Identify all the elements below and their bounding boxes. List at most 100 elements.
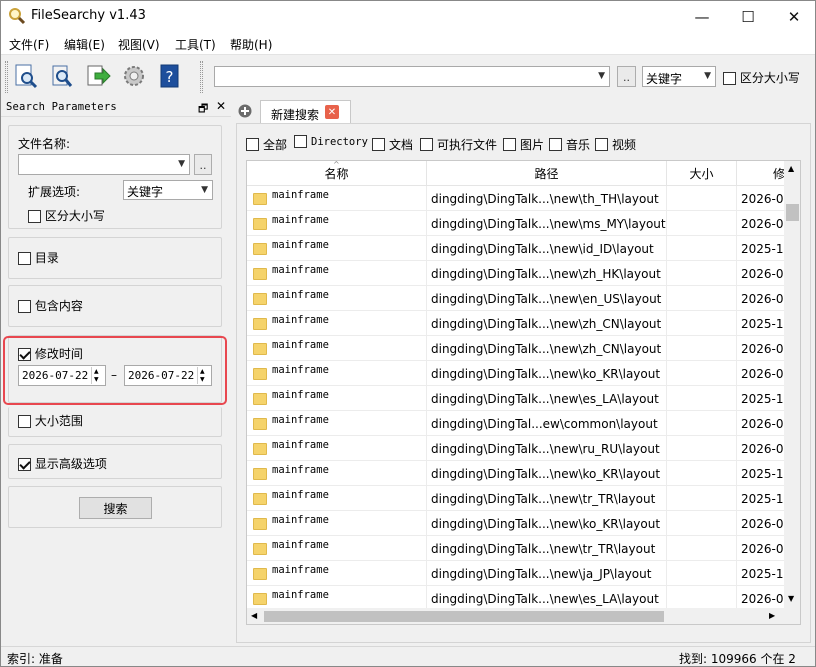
add-tab-icon[interactable] [238, 104, 252, 118]
table-row[interactable]: mainframe dingding\DingTalk...\new\ko_KR\… [247, 461, 797, 486]
table-row[interactable]: mainframe dingding\DingTalk...\new\ko_KR\… [247, 361, 797, 386]
checkbox[interactable] [595, 138, 608, 151]
table-row[interactable]: mainframe dingding\DingTalk...\new\id_ID\… [247, 236, 797, 261]
filename-case-checkbox[interactable]: 区分大小写 [28, 207, 105, 224]
menu-file[interactable]: 文件(F) [9, 36, 49, 53]
table-row[interactable]: mainframe dingding\DingTalk...\new\en_US\… [247, 286, 797, 311]
filter-video[interactable]: 视频 [595, 136, 636, 153]
checkbox[interactable] [420, 138, 433, 151]
filter-executables[interactable]: 可执行文件 [420, 136, 497, 153]
close-panel-icon[interactable]: ✕ [216, 99, 226, 113]
menu-edit[interactable]: 编辑(E) [64, 36, 105, 53]
minimize-button[interactable]: — [679, 1, 725, 32]
table-row[interactable]: mainframe dingding\DingTalk...\new\es_LA\… [247, 386, 797, 411]
tab-new-search[interactable]: 新建搜索 ✕ [260, 100, 351, 124]
table-row[interactable]: mainframe dingding\DingTalk...\new\ms_MY\… [247, 211, 797, 236]
cell-path: dingding\DingTalk...\new\zh_CN\layout [427, 311, 667, 336]
table-row[interactable]: mainframe dingding\DingTal...ew\common\la… [247, 411, 797, 436]
vertical-scrollbar[interactable]: ▲ ▼ [784, 161, 800, 608]
settings-gear-icon[interactable] [121, 63, 147, 89]
table-row[interactable]: mainframe dingding\DingTalk...\new\tr_TR\… [247, 536, 797, 561]
table-row[interactable]: mainframe dingding\DingTalk...\new\zh_HK\… [247, 261, 797, 286]
cell-path: dingding\DingTalk...\new\ja_JP\layout [427, 561, 667, 586]
directory-checkbox[interactable]: 目录 [18, 249, 59, 266]
size-checkbox[interactable]: 大小范围 [18, 412, 83, 429]
chevron-down-icon[interactable]: ▼ [178, 159, 185, 169]
checkbox[interactable] [723, 72, 736, 85]
file-name: mainframe [272, 438, 329, 451]
title-bar: FileSearchy v1.43 — ☐ ✕ [1, 1, 815, 32]
cell-size [667, 336, 737, 361]
table-row[interactable]: mainframe dingding\DingTalk...\new\th_TH\… [247, 186, 797, 211]
filename-browse-button[interactable]: .. [194, 154, 212, 175]
menu-tools[interactable]: 工具(T) [175, 36, 216, 53]
filter-images[interactable]: 图片 [503, 136, 544, 153]
table-row[interactable]: mainframe dingding\DingTalk...\new\ko_KR\… [247, 511, 797, 536]
folder-icon [253, 517, 267, 530]
file-name: mainframe [272, 488, 329, 501]
cell-size [667, 386, 737, 411]
close-button[interactable]: ✕ [771, 1, 815, 32]
search-doc-icon[interactable] [13, 63, 39, 89]
col-path[interactable]: 路径 [427, 161, 667, 186]
help-icon[interactable]: ? [157, 63, 183, 89]
cell-size [667, 411, 737, 436]
table-row[interactable]: mainframe dingding\DingTalk...\new\ru_RU\… [247, 436, 797, 461]
scroll-right-icon[interactable]: ▶ [769, 611, 775, 620]
advanced-checkbox[interactable]: 显示高级选项 [18, 455, 107, 472]
checkbox[interactable] [18, 415, 31, 428]
browse-button[interactable]: .. [617, 66, 636, 87]
filter-directory[interactable]: Directory [294, 134, 368, 148]
checkbox[interactable] [18, 458, 31, 471]
checkbox[interactable] [18, 300, 31, 313]
status-bar: 索引: 准备 找到: 109966 个在 2 [1, 646, 815, 666]
checkbox[interactable] [246, 138, 259, 151]
cell-path: dingding\DingTalk...\new\id_ID\layout [427, 236, 667, 261]
cell-path: dingding\DingTalk...\new\en_US\layout [427, 286, 667, 311]
search-folder-icon[interactable] [49, 63, 75, 89]
checkbox[interactable] [372, 138, 385, 151]
file-name: mainframe [272, 388, 329, 401]
table-row[interactable]: mainframe dingding\DingTalk...\new\tr_TR\… [247, 486, 797, 511]
float-panel-icon[interactable]: 🗗 [198, 100, 208, 119]
table-row[interactable]: mainframe dingding\DingTalk...\new\ja_JP\… [247, 561, 797, 586]
search-input[interactable]: ▼ [214, 66, 610, 87]
cell-path: dingding\DingTalk...\new\zh_HK\layout [427, 261, 667, 286]
menu-view[interactable]: 视图(V) [118, 36, 160, 53]
table-row[interactable]: mainframe dingding\DingTalk...\new\zh_CN\… [247, 336, 797, 361]
filter-documents[interactable]: 文档 [372, 136, 413, 153]
filter-music[interactable]: 音乐 [549, 136, 590, 153]
search-button[interactable]: 搜索 [79, 497, 152, 519]
export-icon[interactable] [85, 63, 111, 89]
table-row[interactable]: mainframe dingding\DingTalk...\new\zh_CN\… [247, 311, 797, 336]
checkbox[interactable] [18, 252, 31, 265]
checkbox[interactable] [28, 210, 41, 223]
toolbar-case-checkbox[interactable]: 区分大小写 [723, 69, 800, 86]
filter-all[interactable]: 全部 [246, 136, 287, 153]
horizontal-scrollbar[interactable]: ◀ ▶ [247, 608, 800, 624]
checkbox[interactable] [549, 138, 562, 151]
ext-select[interactable]: 关键字 ▼ [123, 180, 213, 200]
close-tab-icon[interactable]: ✕ [325, 105, 339, 119]
file-name: mainframe [272, 313, 329, 326]
cell-name: mainframe [247, 286, 427, 311]
col-name[interactable]: 名称 ^ [247, 161, 427, 186]
scroll-left-icon[interactable]: ◀ [251, 611, 257, 620]
scroll-down-icon[interactable]: ▼ [788, 594, 794, 603]
horizontal-scroll-thumb[interactable] [264, 611, 664, 622]
menu-help[interactable]: 帮助(H) [230, 36, 272, 53]
status-index: 索引: 准备 [7, 652, 63, 666]
maximize-button[interactable]: ☐ [725, 1, 771, 32]
content-checkbox[interactable]: 包含内容 [18, 297, 83, 314]
folder-icon [253, 467, 267, 480]
filename-input[interactable]: ▼ [18, 154, 190, 175]
search-mode-select[interactable]: 关键字 ▼ [642, 66, 716, 87]
chevron-down-icon[interactable]: ▼ [598, 71, 605, 81]
vertical-scroll-thumb[interactable] [786, 204, 799, 221]
scroll-up-icon[interactable]: ▲ [788, 164, 794, 173]
col-size[interactable]: 大小 [667, 161, 737, 186]
cell-name: mainframe [247, 236, 427, 261]
checkbox[interactable] [294, 134, 307, 148]
folder-icon [253, 192, 267, 205]
checkbox[interactable] [503, 138, 516, 151]
